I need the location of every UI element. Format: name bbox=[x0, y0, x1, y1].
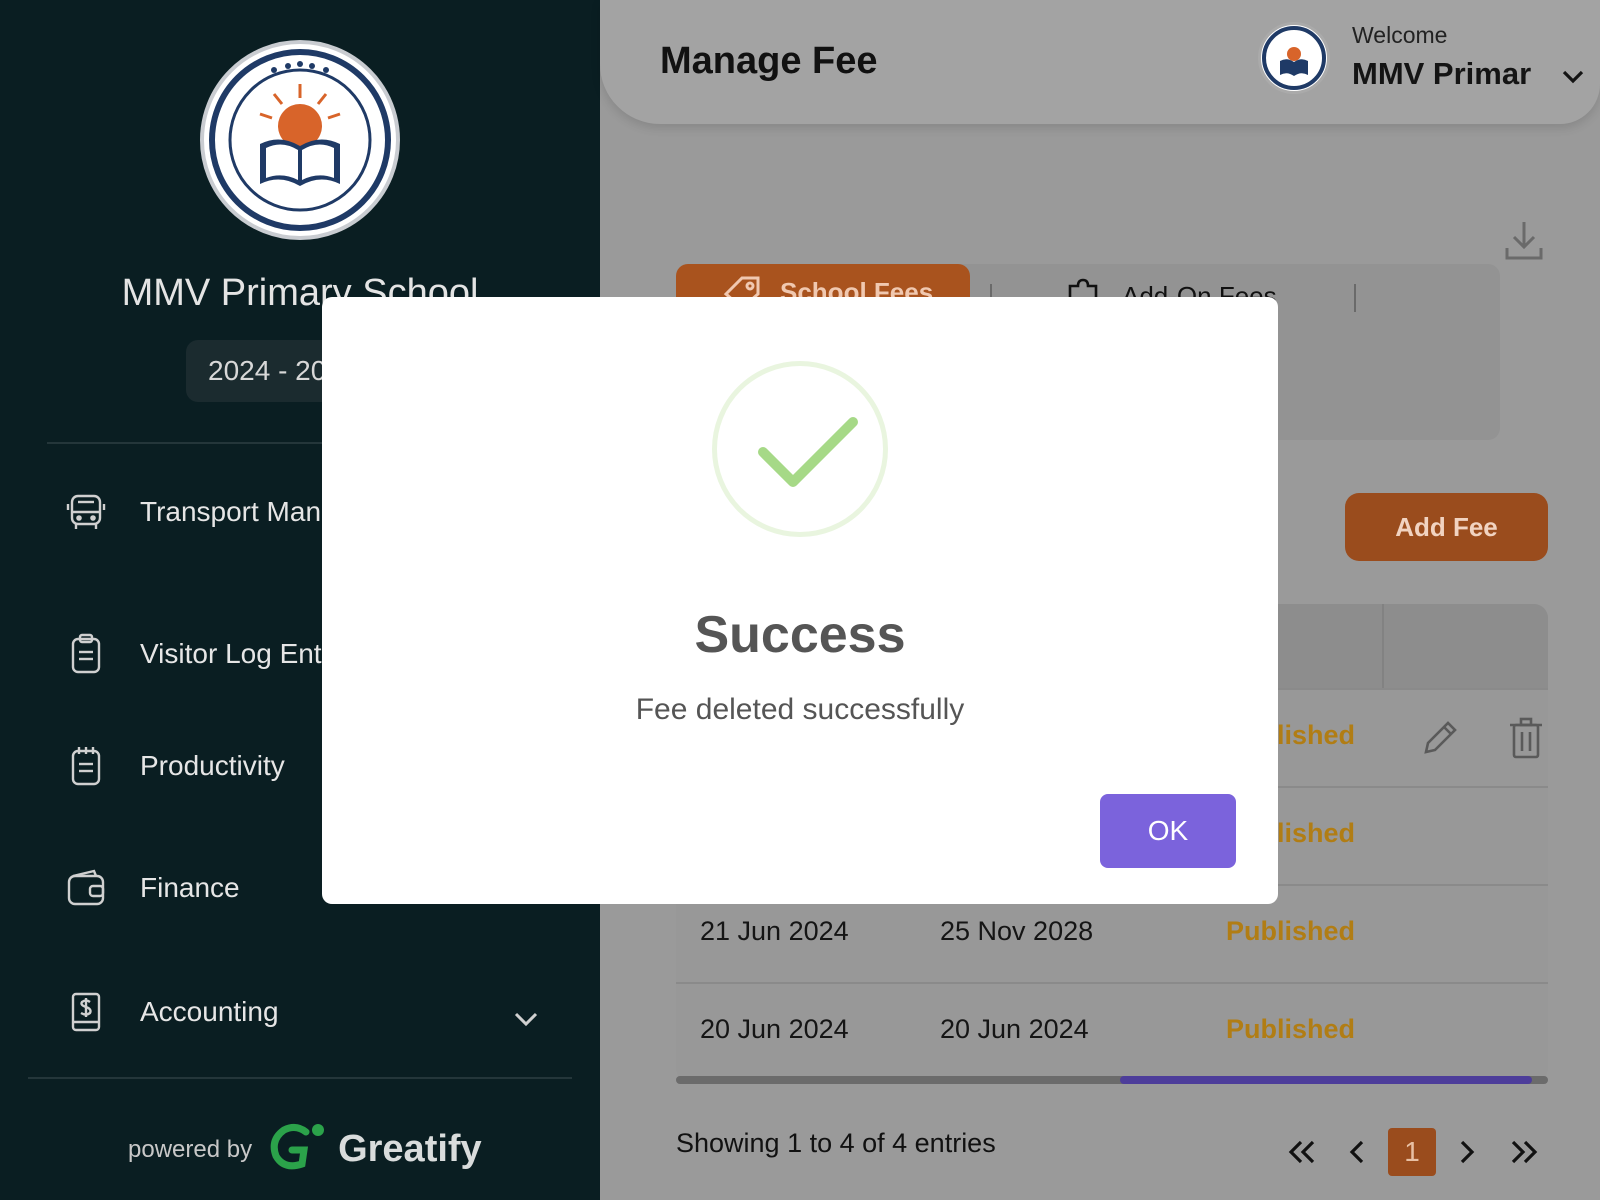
brand-name: Greatify bbox=[338, 1128, 482, 1170]
user-name[interactable]: MMV Primar bbox=[1352, 56, 1531, 92]
sidebar-item-productivity[interactable]: Productivity bbox=[62, 742, 285, 790]
school-logo bbox=[200, 40, 400, 240]
bus-icon bbox=[62, 488, 110, 536]
end-date-cell: 20 Jun 2024 bbox=[940, 1014, 1089, 1044]
powered-by: powered by Greatify bbox=[128, 1122, 482, 1177]
top-header: Manage Fee Welcome MMV Primar bbox=[600, 0, 1600, 124]
sidebar-item-label: Finance bbox=[140, 872, 240, 903]
scrollbar-thumb[interactable] bbox=[1120, 1076, 1532, 1084]
start-date-cell: 21 Jun 2024 bbox=[700, 916, 849, 946]
sidebar-item-finance[interactable]: Finance bbox=[62, 864, 240, 912]
download-icon[interactable] bbox=[1502, 218, 1546, 262]
sidebar-item-visitor-log[interactable]: Visitor Log Entry bbox=[62, 630, 345, 678]
add-fee-button[interactable]: Add Fee bbox=[1345, 493, 1548, 561]
sidebar-item-accounting[interactable]: Accounting bbox=[62, 988, 279, 1036]
last-page-icon[interactable] bbox=[1502, 1128, 1546, 1176]
wallet-icon bbox=[62, 864, 110, 912]
powered-by-text: powered by bbox=[128, 1135, 253, 1163]
tab-divider bbox=[1354, 284, 1356, 312]
chevron-down-icon[interactable] bbox=[510, 1003, 542, 1035]
dialog-title: Success bbox=[694, 606, 906, 664]
success-dialog: Success Fee deleted successfully OK bbox=[322, 297, 1278, 904]
avatar[interactable] bbox=[1258, 22, 1330, 94]
notepad-icon bbox=[62, 742, 110, 790]
first-page-icon[interactable] bbox=[1280, 1128, 1324, 1176]
ok-button[interactable]: OK bbox=[1100, 794, 1236, 868]
dialog-message: Fee deleted successfully bbox=[635, 693, 965, 726]
next-page-icon[interactable] bbox=[1444, 1128, 1488, 1176]
ledger-dollar-icon bbox=[62, 988, 110, 1036]
success-check-icon bbox=[712, 361, 888, 537]
chevron-down-icon[interactable] bbox=[1558, 62, 1588, 92]
sidebar-divider bbox=[28, 1077, 572, 1079]
welcome-label: Welcome bbox=[1352, 22, 1448, 48]
sidebar-item-label: Productivity bbox=[140, 750, 285, 781]
entries-info: Showing 1 to 4 of 4 entries bbox=[676, 1128, 996, 1158]
status-badge: Published bbox=[1226, 916, 1356, 946]
status-badge: Published bbox=[1226, 1014, 1356, 1044]
start-date-cell: 20 Jun 2024 bbox=[700, 1014, 849, 1044]
page-title: Manage Fee bbox=[660, 40, 878, 82]
clipboard-icon bbox=[62, 630, 110, 678]
table-header-divider bbox=[1382, 604, 1384, 688]
prev-page-icon[interactable] bbox=[1336, 1128, 1380, 1176]
page-number-current[interactable]: 1 bbox=[1388, 1128, 1436, 1176]
sidebar-item-label: Visitor Log Entry bbox=[140, 638, 345, 669]
end-date-cell: 25 Nov 2028 bbox=[940, 916, 1094, 946]
greatify-logo-icon bbox=[266, 1122, 328, 1177]
sidebar-item-label: Accounting bbox=[140, 996, 279, 1027]
table-row[interactable]: 20 Jun 2024 20 Jun 2024 Published bbox=[676, 982, 1548, 1080]
edit-pencil-icon[interactable] bbox=[1418, 716, 1462, 760]
delete-trash-icon[interactable] bbox=[1506, 716, 1548, 760]
